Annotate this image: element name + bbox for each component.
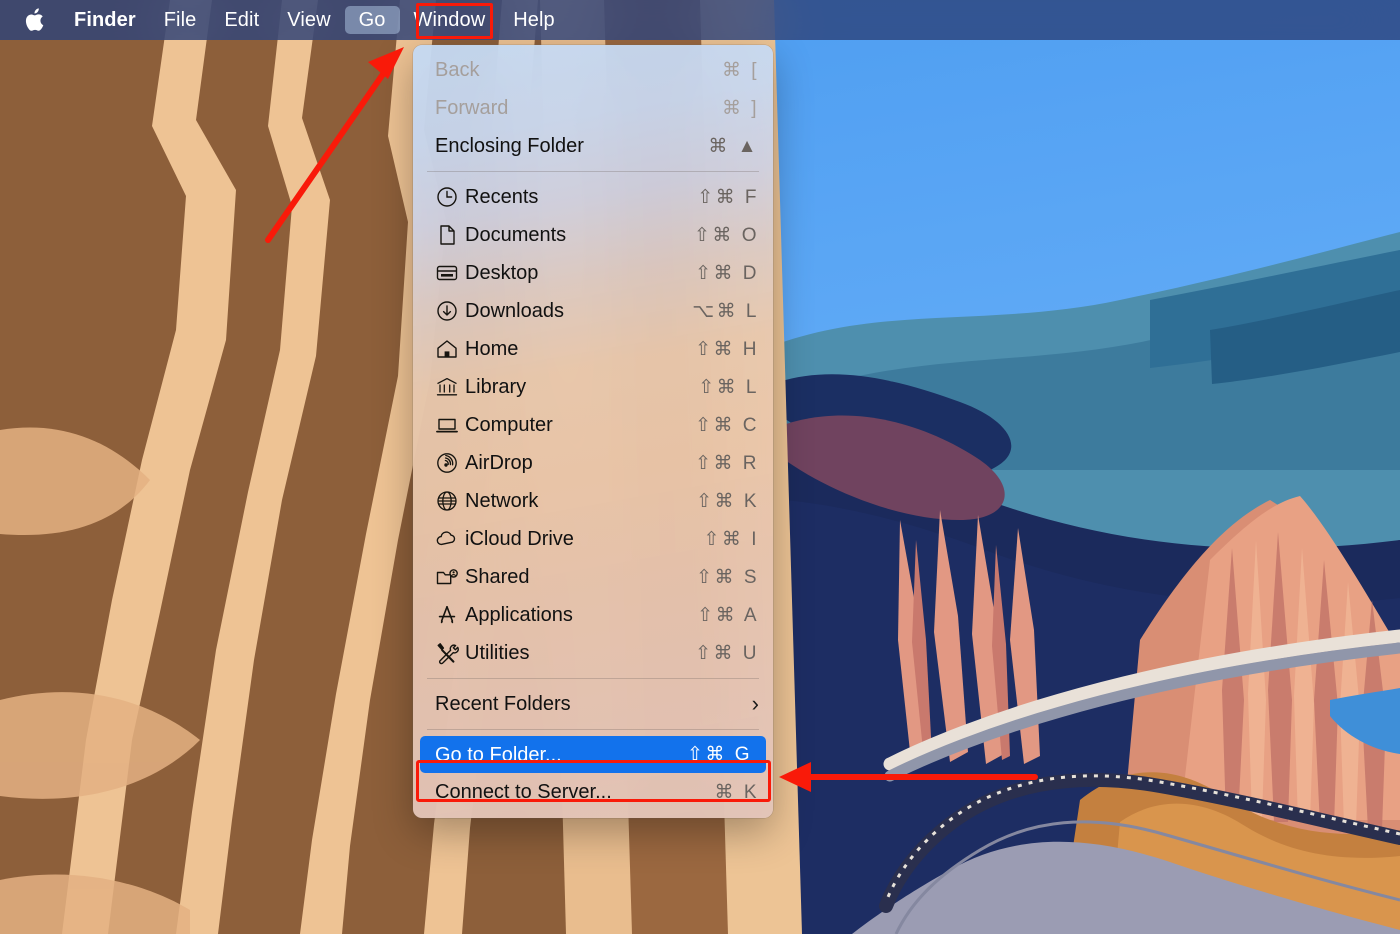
menu-item-shortcut: ⇧⌘ U [695, 642, 759, 664]
desktop-icon [435, 261, 465, 285]
computer-icon [435, 413, 465, 437]
menu-item-label: AirDrop [465, 452, 533, 474]
menu-item-shortcut: ⇧⌘ F [697, 186, 759, 208]
menu-item-label: Go to Folder... [435, 743, 562, 766]
menu-item-shortcut: ⇧⌘ C [695, 414, 759, 436]
menu-item-shortcut: ⌘ K [714, 781, 759, 803]
menu-item-label: Desktop [465, 262, 539, 284]
menu-item-shortcut: ⌘ [ [721, 59, 759, 81]
menu-item-home[interactable]: Home ⇧⌘ H [413, 330, 773, 368]
menu-item-label: iCloud Drive [465, 528, 574, 550]
menu-item-label: Forward [435, 97, 509, 119]
menu-item-label: Computer [465, 414, 553, 436]
go-dropdown-menu[interactable]: Back ⌘ [ Forward ⌘ ] Enclosing Folder ⌘ … [413, 45, 773, 818]
menu-item-desktop[interactable]: Desktop ⇧⌘ D [413, 254, 773, 292]
menu-separator [427, 678, 759, 679]
menu-item-shortcut: ⇧⌘ A [697, 604, 759, 626]
airdrop-icon [435, 451, 465, 475]
utilities-icon [435, 641, 465, 665]
menu-item-icloud-drive[interactable]: iCloud Drive ⇧⌘ I [413, 520, 773, 558]
apple-menu-button[interactable] [18, 8, 60, 32]
menu-item-label: Home [465, 338, 519, 360]
menu-item-label: Recents [465, 186, 539, 208]
chevron-right-icon: › [751, 691, 759, 716]
menu-item-label: Enclosing Folder [435, 135, 584, 157]
menu-item-shortcut: ⇧⌘ I [703, 528, 759, 550]
menu-item-forward[interactable]: Forward ⌘ ] [413, 89, 773, 127]
menubar-item-file[interactable]: File [150, 6, 211, 34]
menu-item-shortcut: ⇧⌘ G [687, 744, 752, 765]
menu-item-utilities[interactable]: Utilities ⇧⌘ U [413, 634, 773, 672]
menu-separator [427, 171, 759, 172]
menu-item-applications[interactable]: Applications ⇧⌘ A [413, 596, 773, 634]
menu-item-recent-folders[interactable]: Recent Folders › [413, 685, 773, 723]
home-icon [435, 337, 465, 361]
menu-item-shortcut: ⇧⌘ D [695, 262, 759, 284]
menu-item-label: Applications [465, 604, 573, 626]
cloud-icon [435, 527, 465, 551]
menu-item-label: Shared [465, 566, 530, 588]
shared-folder-icon [435, 565, 465, 589]
menu-item-shortcut: ⇧⌘ S [696, 566, 759, 588]
menubar-item-edit[interactable]: Edit [210, 6, 273, 34]
menu-item-enclosing-folder[interactable]: Enclosing Folder ⌘ ▲ [413, 127, 773, 165]
menu-item-label: Connect to Server... [435, 781, 612, 803]
menu-item-shortcut: ⇧⌘ O [694, 224, 759, 246]
menu-item-connect-to-server[interactable]: Connect to Server... ⌘ K [413, 773, 773, 811]
menu-item-label: Documents [465, 224, 567, 246]
menubar-item-window[interactable]: Window [400, 6, 500, 34]
menubar-item-finder[interactable]: Finder [60, 6, 150, 34]
globe-icon [435, 489, 465, 513]
applications-icon [435, 603, 465, 627]
menu-item-downloads[interactable]: Downloads ⌥⌘ L [413, 292, 773, 330]
menu-item-library[interactable]: Library ⇧⌘ L [413, 368, 773, 406]
menu-item-label: Network [465, 490, 539, 512]
menu-item-label: Recent Folders [435, 693, 571, 715]
menu-item-shortcut: ⌥⌘ L [692, 300, 759, 322]
menu-item-label: Downloads [465, 300, 564, 322]
menu-item-airdrop[interactable]: AirDrop ⇧⌘ R [413, 444, 773, 482]
menu-item-shortcut: ⇧⌘ K [696, 490, 759, 512]
apple-logo-icon [25, 8, 44, 31]
menubar-item-view[interactable]: View [273, 6, 344, 34]
menu-item-shortcut: ⇧⌘ R [695, 452, 759, 474]
download-icon [435, 299, 465, 323]
menu-item-label: Back [435, 59, 480, 81]
menubar-item-go[interactable]: Go [344, 6, 400, 34]
menu-item-label: Library [465, 376, 527, 398]
menu-item-network[interactable]: Network ⇧⌘ K [413, 482, 773, 520]
library-icon [435, 375, 465, 399]
document-icon [435, 223, 465, 247]
menu-item-label: Utilities [465, 642, 530, 664]
menu-item-recents[interactable]: Recents ⇧⌘ F [413, 178, 773, 216]
menu-item-shortcut: ⇧⌘ H [695, 338, 759, 360]
menu-item-shared[interactable]: Shared ⇧⌘ S [413, 558, 773, 596]
menu-item-go-to-folder[interactable]: Go to Folder... ⇧⌘ G [420, 736, 766, 773]
menu-bar[interactable]: Finder File Edit View Go Window Help [0, 0, 1400, 40]
menu-separator [427, 729, 759, 730]
menu-item-documents[interactable]: Documents ⇧⌘ O [413, 216, 773, 254]
menu-item-back[interactable]: Back ⌘ [ [413, 51, 773, 89]
menu-item-computer[interactable]: Computer ⇧⌘ C [413, 406, 773, 444]
clock-icon [435, 185, 465, 209]
menu-item-shortcut: ⌘ ] [721, 97, 759, 119]
menu-item-shortcut: ⇧⌘ L [698, 376, 759, 398]
menubar-item-help[interactable]: Help [499, 6, 569, 34]
menu-item-shortcut: ⌘ ▲ [708, 135, 759, 157]
